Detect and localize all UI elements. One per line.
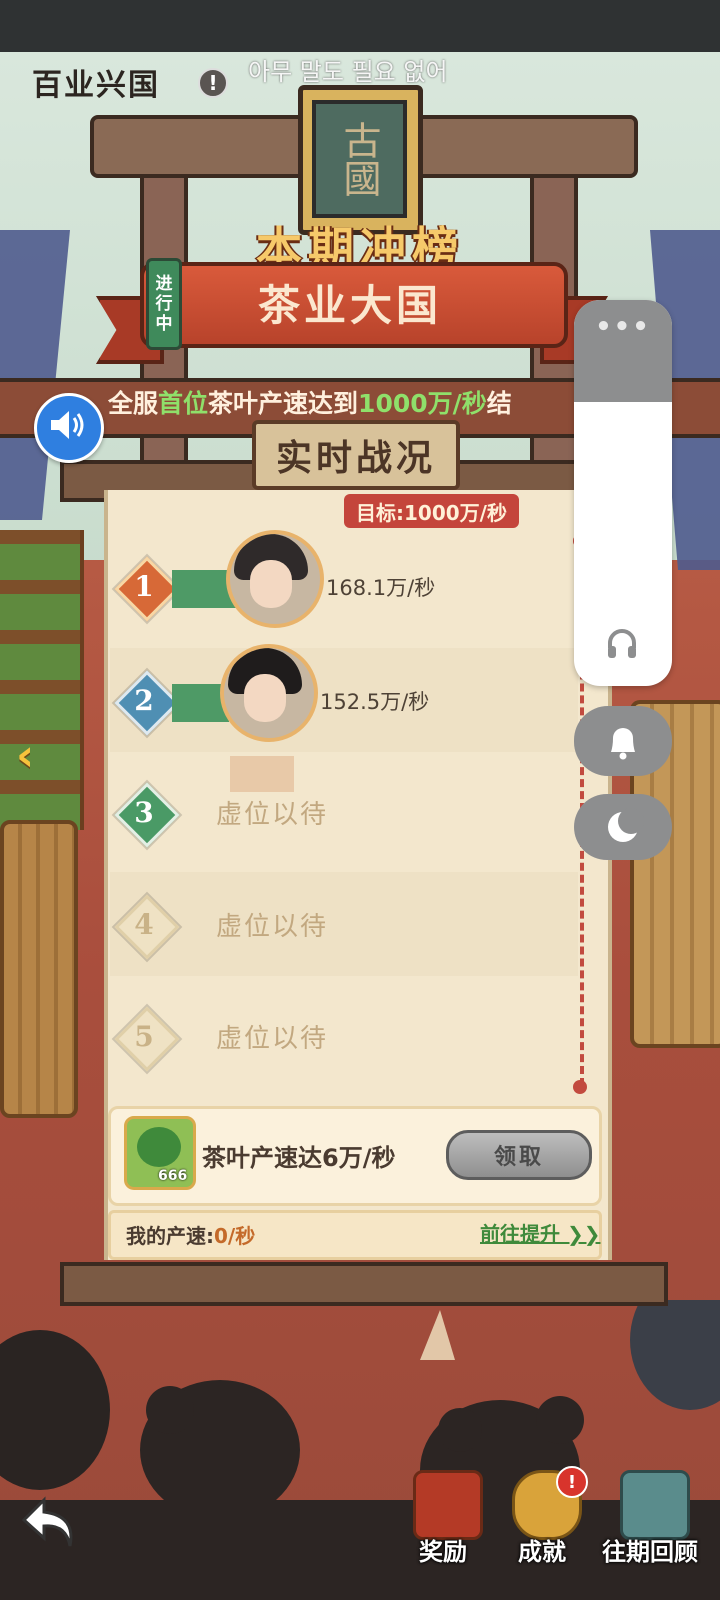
moon-icon [608, 808, 644, 842]
production-speed: 152.5万/秒 [320, 690, 430, 714]
my-speed-value: 0/秒 [214, 1224, 256, 1248]
info-icon[interactable]: ! [198, 68, 228, 98]
desc-part: 全服 [108, 389, 159, 418]
rank-number: 1 [134, 569, 154, 603]
nav-achievements[interactable]: ! 成就 [494, 1460, 590, 1600]
desc-highlight: 首位 [158, 389, 209, 418]
ranking-row: 3 虚位以待 [110, 760, 578, 864]
ranking-row: 4 虚位以待 [110, 872, 578, 976]
nav-past-review[interactable]: 往期回顾 [602, 1460, 698, 1600]
tea-drying-rack [0, 530, 84, 830]
desc-part: 结 [486, 389, 512, 418]
go-improve-link[interactable]: 前往提升 ❯❯ [480, 1218, 600, 1247]
overlay-caption: 아무 말도 필요 없어 [248, 58, 448, 86]
reward-description: 茶叶产速达6万/秒 [202, 1144, 396, 1172]
night-mode-button[interactable] [574, 794, 672, 860]
event-name: 茶业大国 [257, 281, 442, 330]
nav-label: 往期回顾 [602, 1537, 698, 1566]
claim-button[interactable]: 领取 [446, 1130, 592, 1180]
rank-number: 5 [134, 1019, 154, 1053]
status-bar [0, 0, 720, 52]
vacant-slot-label: 虚位以待 [216, 912, 329, 942]
nav-rewards[interactable]: 奖励 [395, 1460, 491, 1600]
more-dots-icon[interactable]: ••• [574, 312, 672, 342]
back-arrow-icon[interactable] [14, 1488, 84, 1558]
reward-count: 666 [158, 1168, 188, 1184]
headphone-icon[interactable] [605, 626, 639, 660]
rank-number: 3 [134, 795, 154, 829]
rank-badge: 1 [114, 556, 180, 622]
rank-number: 2 [134, 683, 154, 717]
rank-badge: 3 [114, 782, 180, 848]
double-chevron-icon: ❯❯ [560, 1222, 601, 1246]
desc-highlight: 1000万/秒 [358, 389, 487, 418]
treasure-chest-icon [413, 1470, 483, 1540]
avatar[interactable] [226, 530, 324, 628]
event-status-tag: 进行中 [146, 258, 182, 350]
notification-button[interactable] [574, 706, 672, 776]
game-title: 百业兴国 [32, 68, 160, 103]
board-bottom-frame [60, 1262, 668, 1306]
speaker-button[interactable] [34, 393, 104, 463]
left-arrow-icon[interactable]: ‹ [16, 730, 34, 781]
ranking-row: 5 虚位以待 [110, 984, 578, 1088]
seal-text: 古國 [312, 100, 407, 218]
bell-icon [611, 728, 635, 760]
vacant-slot-label: 虚位以待 [216, 800, 329, 830]
desc-part: 茶叶产速达到 [208, 389, 359, 418]
section-title: 实时战况 [252, 420, 460, 490]
my-speed-label: 我的产速: [126, 1224, 214, 1248]
go-improve-label: 前往提升 [480, 1222, 560, 1246]
rank-badge: 2 [114, 670, 180, 736]
ranking-row[interactable]: 2 152.5万/秒 [110, 644, 578, 792]
ranking-row[interactable]: 1 168.1万/秒 [110, 530, 578, 638]
target-tag: 目标:1000万/秒 [344, 494, 519, 528]
nav-label: 成就 [518, 1537, 566, 1566]
avatar[interactable] [220, 644, 318, 742]
my-speed: 我的产速:0/秒 [126, 1220, 255, 1249]
book-icon [620, 1470, 690, 1540]
production-speed: 168.1万/秒 [326, 576, 436, 600]
event-description: 全服首位茶叶产速达到1000万/秒结 [108, 384, 578, 420]
speaker-icon [51, 411, 84, 439]
vacant-slot-label: 虚位以待 [216, 1024, 329, 1054]
rank-number: 4 [134, 907, 154, 941]
rank-badge: 5 [114, 1006, 180, 1072]
rank-badge: 4 [114, 894, 180, 960]
notification-badge: ! [556, 1466, 588, 1498]
left-barrel [0, 820, 78, 1118]
